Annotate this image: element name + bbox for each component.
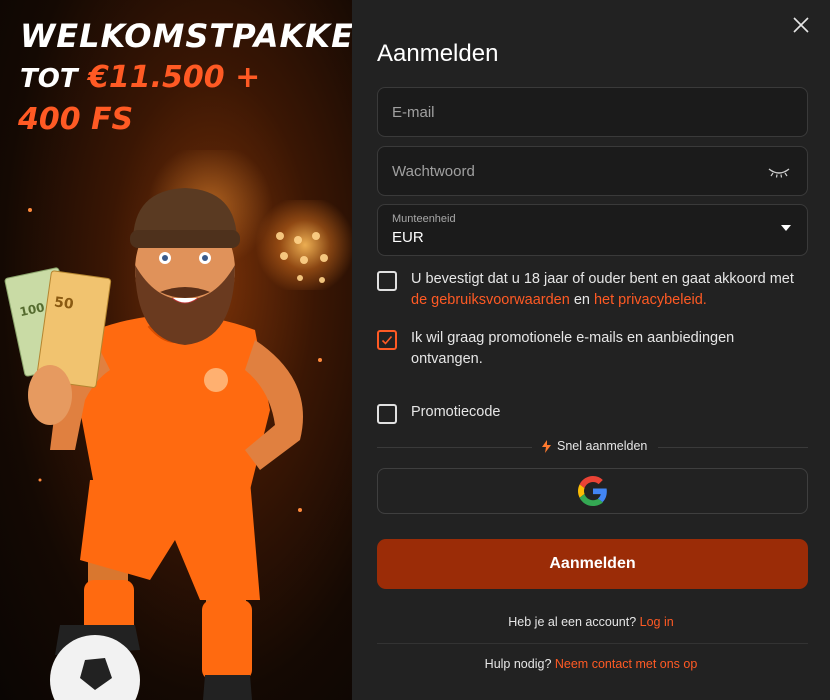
age-terms-text-before: U bevestigt dat u 18 jaar of ouder bent … [411,271,794,287]
promo-title: WELKOMSTPAKKET [20,17,352,55]
help-prompt: Hulp nodig? Neem contact met ons op [352,657,830,671]
fast-signup-label: Snel aanmelden [542,439,647,453]
help-prompt-text: Hulp nodig? [484,657,552,671]
privacy-link[interactable]: het privacybeleid. [594,292,707,308]
promo-code-label: Promotiecode [411,404,501,420]
age-terms-text-middle: en [569,292,594,308]
divider-left [377,447,532,448]
lightning-icon [542,439,551,453]
chevron-down-icon [781,225,791,231]
promo-amount: €11.500 + [88,60,261,95]
divider-right [658,447,808,448]
terms-link[interactable]: de gebruiksvoorwaarden [411,292,570,308]
contact-link[interactable]: Neem contact met ons op [555,657,697,671]
checkmark-icon [381,335,393,345]
promo-free-spins: 400 FS [18,102,134,137]
currency-select[interactable]: Munteenheid EUR [377,204,808,256]
eye-closed-icon[interactable] [767,165,791,183]
promo-emails-label: Ik wil graag promotionele e-mails en aan… [411,330,735,367]
footer-divider [377,643,808,644]
google-icon [577,476,607,506]
promo-prefix: TOT [20,64,78,94]
age-terms-checkbox[interactable] [377,271,397,291]
currency-label: Munteenheid [392,213,456,225]
password-field[interactable] [378,147,807,195]
fast-signup-text: Snel aanmelden [557,439,648,453]
currency-value: EUR [392,229,424,246]
login-link[interactable]: Log in [640,615,674,629]
promo-emails-row: Ik wil graag promotionele e-mails en aan… [377,328,808,370]
login-prompt-text: Heb je al een account? [508,615,637,629]
promo-code-row: Promotiecode [377,402,808,424]
promo-code-checkbox[interactable] [377,404,397,424]
google-signup-button[interactable] [377,468,808,514]
submit-button[interactable]: Aanmelden [377,539,808,589]
age-terms-text: U bevestigt dat u 18 jaar of ouder bent … [411,269,808,311]
promo-emails-checkbox[interactable] [377,330,397,350]
banknote-50-label: 50 [53,294,75,313]
form-title: Aanmelden [377,40,499,67]
mascot-illustration: 100 50 [4,188,328,700]
email-field-container [377,87,808,137]
promo-amount-line: TOT €11.500 + [20,58,260,99]
promo-banner: 100 50 WELKOMSTPAKKET TOT €11.500 + 400 … [0,0,352,700]
signup-panel: Aanmelden Munteenheid EUR U bevestigt da… [352,0,830,700]
close-icon[interactable] [790,14,812,36]
email-field[interactable] [378,88,807,136]
login-prompt: Heb je al een account? Log in [352,615,830,629]
age-terms-row: U bevestigt dat u 18 jaar of ouder bent … [377,269,808,311]
password-field-container [377,146,808,196]
